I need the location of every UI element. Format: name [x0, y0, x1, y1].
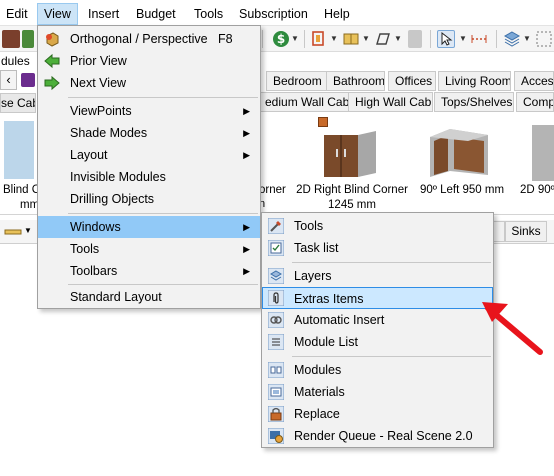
menu-subscription[interactable]: Subscription	[233, 4, 314, 24]
menu-item-prior-view[interactable]: Prior View	[38, 50, 260, 72]
thumb-label: 90º Left 950 mm	[419, 184, 505, 196]
chevron-down-icon[interactable]: ▼	[459, 34, 467, 43]
measure-icon[interactable]	[470, 30, 488, 48]
modules-icon	[267, 361, 285, 379]
shape-tool-icon[interactable]	[374, 30, 392, 48]
menu-item-shade-modes[interactable]: Shade Modes ▶	[38, 122, 260, 144]
submenu-item-module-list[interactable]: Module List	[262, 331, 493, 353]
right-blind-corner-icon[interactable]	[322, 129, 378, 181]
perspective-icon	[44, 31, 60, 47]
submenu-arrow-icon: ▶	[243, 106, 250, 116]
panel-icon[interactable]	[408, 30, 422, 48]
automatic-insert-icon	[267, 311, 285, 329]
submenu-arrow-icon: ▶	[243, 150, 250, 160]
submenu-item-modules[interactable]: Modules	[262, 359, 493, 381]
menu-item-tools[interactable]: Tools ▶	[38, 238, 260, 260]
submenu-arrow-icon: ▶	[243, 244, 250, 254]
lock-badge-icon	[318, 117, 328, 127]
submenu-item-layers[interactable]: Layers	[262, 265, 493, 287]
menu-item-orthogonal-perspective[interactable]: Orthogonal / Perspective F8	[38, 28, 260, 50]
paperclip-icon	[267, 289, 285, 307]
submenu-item-extras-items[interactable]: Extras Items	[262, 287, 493, 309]
chevron-down-icon[interactable]: ▼	[330, 34, 338, 43]
tab-base-cabinets[interactable]: se Cabi	[0, 93, 36, 113]
export-icon[interactable]	[22, 30, 34, 48]
layers-icon[interactable]	[503, 30, 521, 48]
modules-label: dules	[0, 53, 35, 69]
thumb-label: 2D Right Blind Corner	[296, 184, 408, 196]
submenu-item-replace[interactable]: Replace	[262, 403, 493, 425]
blind-cabinet-icon[interactable]	[4, 121, 34, 179]
frame-icon[interactable]	[310, 30, 328, 48]
tab-sinks[interactable]: Sinks	[505, 221, 547, 242]
thumb-label: 2D 90º	[520, 184, 554, 196]
ruler-icon[interactable]	[4, 226, 22, 238]
menu-bar: Edit View Insert Budget Tools Subscripti…	[0, 0, 554, 26]
nav-row: ‹	[0, 70, 36, 90]
svg-text:$: $	[277, 32, 285, 46]
prev-arrow-button[interactable]: ‹	[0, 70, 17, 90]
menu-view[interactable]: View	[37, 3, 78, 25]
submenu-item-render-queue[interactable]: Render Queue - Real Scene 2.0	[262, 425, 493, 447]
menu-budget[interactable]: Budget	[130, 4, 182, 24]
tab-bedroom[interactable]: Bedroom	[266, 71, 327, 91]
task-list-icon	[267, 239, 285, 257]
left-corner-icon[interactable]	[428, 125, 490, 181]
render-queue-icon	[267, 427, 285, 445]
module-list-icon	[267, 333, 285, 351]
menu-item-invisible-modules[interactable]: Invisible Modules	[38, 166, 260, 188]
menu-item-layout[interactable]: Layout ▶	[38, 144, 260, 166]
chevron-down-icon[interactable]: ▼	[394, 34, 402, 43]
chevron-down-icon[interactable]: ▼	[291, 34, 299, 43]
menu-item-windows[interactable]: Windows ▶	[38, 216, 260, 238]
tab-high-wall-cab[interactable]: High Wall Cab	[348, 92, 433, 112]
materials-icon	[267, 383, 285, 401]
submenu-arrow-icon: ▶	[243, 266, 250, 276]
corner-cabinet-icon[interactable]	[532, 125, 554, 181]
menu-item-drilling-objects[interactable]: Drilling Objects	[38, 188, 260, 210]
layers-icon	[267, 267, 285, 285]
menu-item-toolbars[interactable]: Toolbars ▶	[38, 260, 260, 282]
view-menu: Orthogonal / Perspective F8 Prior View N…	[37, 25, 261, 309]
menu-item-standard-layout[interactable]: Standard Layout	[38, 286, 260, 308]
select-cursor-icon[interactable]	[437, 30, 455, 48]
tools-icon	[267, 217, 285, 235]
tab-living-room[interactable]: Living Room	[438, 71, 511, 91]
chevron-down-icon[interactable]: ▼	[362, 34, 370, 43]
submenu-item-tools[interactable]: Tools	[262, 215, 493, 237]
thumb-label: orner	[259, 184, 286, 196]
menu-item-next-view[interactable]: Next View	[38, 72, 260, 94]
menu-tools[interactable]: Tools	[188, 4, 229, 24]
submenu-arrow-icon: ▶	[243, 222, 250, 232]
tab-bathroom[interactable]: Bathroom	[326, 71, 385, 91]
chevron-down-icon[interactable]: ▼	[24, 226, 32, 235]
annotation-arrow-icon	[478, 290, 548, 360]
tab-offices[interactable]: Offices	[388, 71, 436, 91]
chevron-down-icon[interactable]: ▼	[523, 34, 531, 43]
thumb-label: Blind C	[3, 184, 41, 196]
submenu-item-task-list[interactable]: Task list	[262, 237, 493, 259]
forward-arrow-icon	[44, 75, 60, 91]
tab-medium-wall-cab[interactable]: edium Wall Cab	[258, 92, 349, 112]
save-icon[interactable]	[2, 30, 20, 48]
thumb-label: 1245 mm	[328, 199, 376, 211]
back-arrow-icon	[44, 53, 60, 69]
tab-accessories[interactable]: Access	[514, 71, 554, 91]
category-icon[interactable]	[21, 73, 35, 87]
menu-edit[interactable]: Edit	[0, 4, 34, 24]
submenu-item-automatic-insert[interactable]: Automatic Insert	[262, 309, 493, 331]
submenu-item-materials[interactable]: Materials	[262, 381, 493, 403]
tab-components[interactable]: Compo	[516, 92, 554, 112]
menu-item-viewpoints[interactable]: ViewPoints ▶	[38, 100, 260, 122]
grid-icon[interactable]	[535, 30, 553, 48]
replace-icon	[267, 405, 285, 423]
submenu-arrow-icon: ▶	[243, 128, 250, 138]
budget-icon[interactable]: $	[272, 30, 290, 48]
tab-tops-shelves[interactable]: Tops/Shelves	[434, 92, 514, 112]
windows-submenu: Tools Task list Layers Extras Items Auto…	[261, 212, 494, 448]
cabinet-tool-icon[interactable]	[342, 30, 360, 48]
menu-help[interactable]: Help	[318, 4, 356, 24]
menu-insert[interactable]: Insert	[82, 4, 125, 24]
